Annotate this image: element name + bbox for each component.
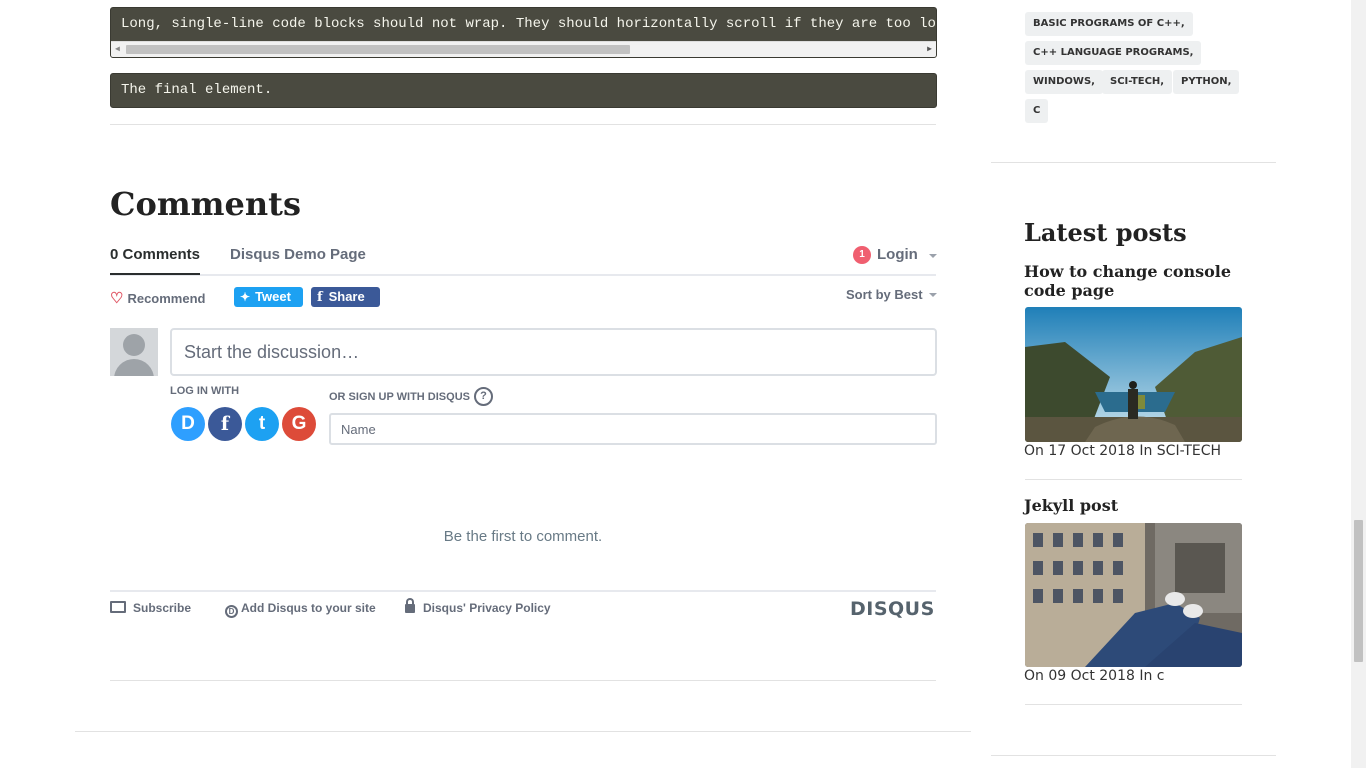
lock-icon [405,598,415,613]
login-with-label: LOG IN WITH [170,385,240,397]
twitter-login-icon[interactable]: t [245,407,279,441]
tag-item[interactable]: PYTHON, [1173,70,1240,94]
post-meta: On 17 Oct 2018 In SCI-TECH [1024,443,1222,459]
comments-nav-divider [110,274,936,276]
tab-comment-count[interactable]: 0 Comments [110,246,200,263]
heart-icon: ♡ [110,290,124,307]
tab-community[interactable]: Disqus Demo Page [230,246,366,263]
twitter-bird-icon: ✦ [240,290,251,304]
share-label: Share [328,289,365,304]
post-meta: On 09 Oct 2018 In c [1024,668,1165,684]
discussion-input[interactable]: Start the discussion… [170,328,937,376]
tag-item[interactable]: C++ LANGUAGE PROGRAMS, [1025,41,1202,65]
post-thumbnail[interactable] [1025,307,1242,442]
latest-posts-heading: Latest posts [1024,218,1187,247]
tag-item[interactable]: C [1025,99,1049,123]
code-text: The final element. [121,82,273,98]
disqus-icon: D [225,605,238,618]
disqus-login-icon[interactable]: D [171,407,205,441]
empty-comments-message: Be the first to comment. [443,528,603,545]
facebook-icon: f [317,290,323,305]
subscribe-link[interactable]: Subscribe [110,601,191,615]
notification-badge[interactable]: 1 [853,246,871,264]
add-disqus-label: Add Disqus to your site [241,601,376,615]
scroll-right-icon[interactable]: ▶ [927,44,932,54]
comments-heading: Comments [110,185,301,223]
post-thumbnail[interactable] [1025,523,1242,667]
chevron-down-icon[interactable] [929,293,937,297]
disqus-logo[interactable]: DISQUS [850,598,935,620]
help-icon[interactable]: ? [474,387,493,406]
tag-item[interactable]: WINDOWS, [1025,70,1103,94]
privacy-policy-link[interactable]: Disqus' Privacy Policy [405,598,551,615]
code-block-final: The final element. [110,73,937,108]
page-scrollbar[interactable] [1351,0,1366,768]
scroll-left-icon[interactable]: ◀ [115,44,120,54]
divider [110,680,936,681]
subscribe-label: Subscribe [133,601,192,615]
post-title-link[interactable]: Jekyll post [1024,496,1244,515]
code-block-long[interactable]: Long, single-line code blocks should not… [110,7,937,58]
mountain-landscape-image [1025,307,1242,442]
divider [1025,704,1242,705]
tag-item[interactable]: SCI-TECH, [1102,70,1173,94]
recommend-label: Recommend [127,291,206,306]
share-button[interactable]: f Share [311,287,380,307]
divider [1025,479,1242,480]
login-button[interactable]: Login [877,246,918,263]
code-text: Long, single-line code blocks should not… [121,16,937,32]
scrollbar-thumb[interactable] [126,45,630,54]
footer-divider [110,590,936,592]
divider [991,755,1276,756]
privacy-label: Disqus' Privacy Policy [423,601,551,615]
horizontal-scrollbar[interactable]: ◀ ▶ [111,41,936,57]
avatar [110,328,158,376]
active-tab-indicator [110,273,200,275]
name-field[interactable]: Name [329,413,937,445]
sort-dropdown[interactable]: Sort by Best [846,287,923,302]
mail-icon [110,601,126,613]
tweet-label: Tweet [255,289,291,304]
city-rooftop-image [1025,523,1242,667]
divider [75,731,971,732]
google-login-icon[interactable]: G [282,407,316,441]
divider [110,124,936,125]
divider [991,162,1276,163]
recommend-button[interactable]: ♡ Recommend [110,289,205,307]
add-disqus-link[interactable]: D Add Disqus to your site [225,601,376,618]
post-title-link[interactable]: How to change console code page [1024,262,1244,300]
chevron-down-icon[interactable] [929,254,937,258]
tweet-button[interactable]: ✦ Tweet [234,287,303,307]
tag-item[interactable]: BASIC PROGRAMS OF C++, [1025,12,1193,36]
signup-with-label: OR SIGN UP WITH DISQUS [329,391,470,403]
scrollbar-thumb[interactable] [1354,520,1363,662]
facebook-login-icon[interactable]: f [208,407,242,441]
